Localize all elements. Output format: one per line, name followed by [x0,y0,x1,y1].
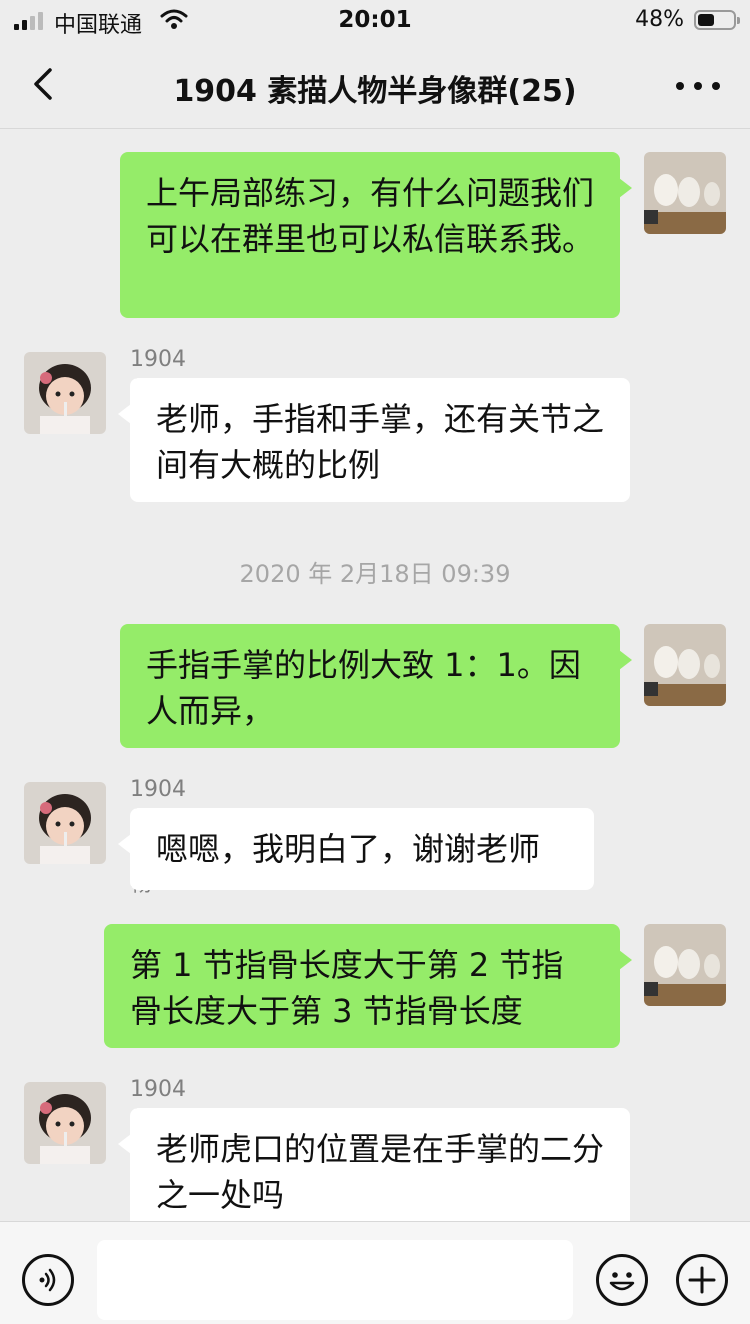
message-input[interactable] [97,1240,573,1320]
battery-icon [694,10,740,30]
teacher-avatar[interactable] [644,152,726,234]
chat-title: 1904 素描人物半身像群(25) [173,74,577,109]
more-icon[interactable] [668,66,728,106]
message-bubble[interactable]: 老师，手指和手掌，还有关节之间有大概的比例 [118,378,630,502]
student-avatar[interactable] [24,352,106,434]
message-bubble[interactable]: 第 1 节指骨长度大于第 2 节指骨长度大于第 3 节指骨长度 [104,924,632,1048]
chat-header: 1904 素描人物半身像群(25) [0,44,750,129]
plus-icon[interactable] [676,1254,728,1306]
battery-percent: 48% [635,7,684,32]
student-avatar[interactable] [24,1082,106,1164]
teacher-avatar[interactable] [644,924,726,1006]
voice-icon[interactable] [22,1254,74,1306]
timestamp: 2020 年 2月18日 09:39 [239,560,511,588]
message-bubble[interactable]: 上午局部练习，有什么问题我们可以在群里也可以私信联系我。 [120,152,632,318]
message-bubble[interactable]: 手指手掌的比例大致 1：1。因人而异， [120,624,632,748]
emoji-icon[interactable] [596,1254,648,1306]
message-bubble[interactable]: 老师虎口的位置是在手掌的二分之一处吗 [118,1108,630,1221]
battery-level [698,14,715,26]
student-avatar[interactable] [24,782,106,864]
message-bubble[interactable]: 嗯嗯，我明白了，谢谢老师 [118,808,594,890]
teacher-avatar[interactable] [644,624,726,706]
status-bar: 中国联通 20:01 48% [0,0,750,44]
input-bar [0,1221,750,1324]
back-arrow-icon[interactable] [22,62,66,106]
message-list[interactable]: 上午局部练习，有什么问题我们可以在群里也可以私信联系我。 1904 老师，手指和… [0,129,750,1221]
